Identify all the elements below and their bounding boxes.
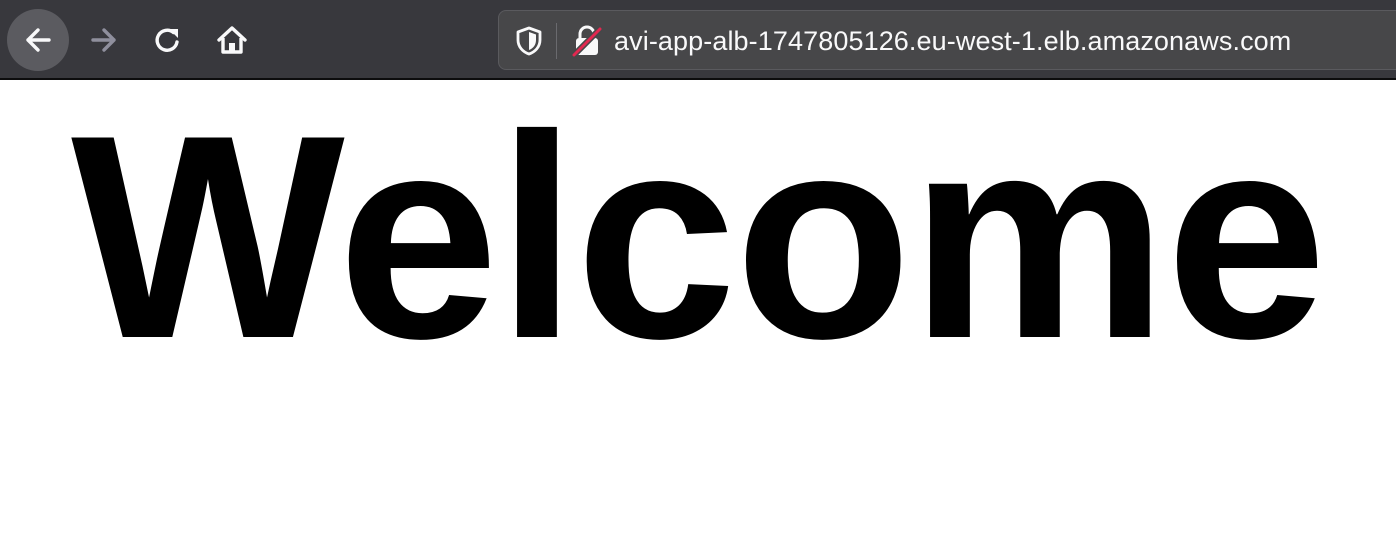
- url-bar[interactable]: avi-app-alb-1747805126.eu-west-1.elb.ama…: [498, 10, 1396, 70]
- reload-button[interactable]: [137, 9, 199, 71]
- home-button[interactable]: [201, 9, 263, 71]
- url-text[interactable]: avi-app-alb-1747805126.eu-west-1.elb.ama…: [614, 11, 1291, 71]
- arrow-left-icon: [26, 28, 51, 52]
- arrow-right-icon: [91, 28, 116, 52]
- back-button[interactable]: [7, 9, 69, 71]
- url-divider: [556, 23, 557, 59]
- shield-icon[interactable]: [515, 26, 543, 61]
- welcome-heading: Welcome: [71, 75, 1327, 399]
- forward-button[interactable]: [73, 9, 135, 71]
- insecure-lock-icon[interactable]: [571, 25, 603, 62]
- browser-toolbar: avi-app-alb-1747805126.eu-west-1.elb.ama…: [0, 0, 1396, 80]
- home-icon: [217, 26, 247, 54]
- reload-icon: [155, 28, 179, 52]
- page-content: Welcome: [0, 82, 1396, 552]
